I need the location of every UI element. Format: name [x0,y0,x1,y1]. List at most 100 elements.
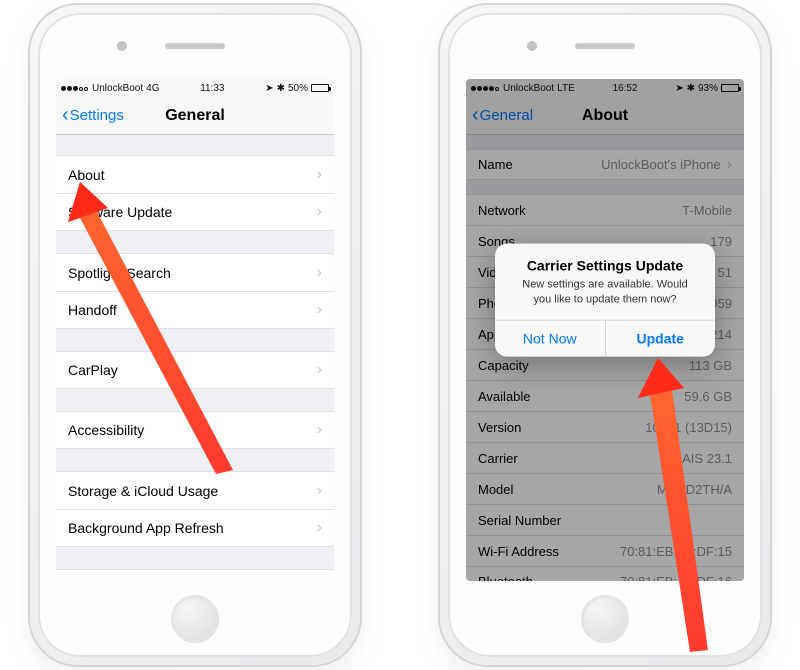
alert-title: Carrier Settings Update [509,258,701,274]
row-serial: Serial Number [466,504,744,535]
row-value: 179 [710,234,732,249]
row-value: AIS 23.1 [682,451,732,466]
location-icon: ➤ [675,83,683,94]
row-label: About [68,167,105,183]
row-value: 70:81:EB:A8:DF:16 [620,574,732,581]
row-label: Serial Number [478,513,561,528]
row-label: Storage & iCloud Usage [68,483,218,499]
clock-label: 11:33 [200,83,224,94]
row-accessibility[interactable]: Accessibility › [56,411,334,449]
row-label: Accessibility [68,422,144,438]
home-button[interactable] [581,595,629,643]
row-label: Bluetooth [478,574,533,581]
carrier-label: UnlockBoot [503,83,554,94]
chevron-right-icon: › [727,156,732,174]
row-wifi-address: Wi-Fi Address 70:81:EB:A8:DF:15 [466,535,744,566]
row-label: Name [478,157,513,172]
back-label: General [480,107,533,124]
signal-strength-icon [61,83,89,94]
row-model: Model MKUD2TH/A [466,473,744,504]
row-value: MKUD2TH/A [657,482,732,497]
row-label: Model [478,482,513,497]
bluetooth-icon: ✱ [687,83,695,94]
chevron-right-icon: › [317,166,322,184]
chevron-left-icon: ‹ [472,105,479,125]
row-value: On [293,581,310,582]
clock-label: 16:52 [612,83,637,94]
row-spotlight[interactable]: Spotlight Search › [56,253,334,291]
chevron-right-icon: › [317,421,322,439]
row-label: Background App Refresh [68,520,224,536]
battery-icon [721,84,739,92]
status-bar: UnlockBoot 4G 11:33 ➤ ✱ 50% [56,79,334,97]
back-button[interactable]: ‹ Settings [62,97,124,134]
home-button[interactable] [171,595,219,643]
screen-right: UnlockBoot LTE 16:52 ➤ ✱ 93% ‹ General A… [466,79,744,581]
row-about[interactable]: About › [56,155,334,193]
chevron-right-icon: › [317,361,322,379]
carrier-update-alert: Carrier Settings Update New settings are… [495,244,715,357]
not-now-button[interactable]: Not Now [495,320,606,356]
chevron-left-icon: ‹ [62,105,69,125]
chevron-right-icon: › [317,301,322,319]
chevron-right-icon: › [317,264,322,282]
nav-bar: ‹ General About [466,97,744,135]
chevron-right-icon: › [317,482,322,500]
row-version: Version 10.2.1 (13D15) [466,411,744,442]
row-label: Carrier [478,451,518,466]
update-button[interactable]: Update [606,320,716,356]
row-label: Wi-Fi Address [478,544,559,559]
carrier-label: UnlockBoot [92,83,143,94]
camera-dot [117,41,127,51]
chevron-right-icon: › [317,203,322,221]
row-value: 51 [718,265,732,280]
row-label: Network [478,203,526,218]
row-value: 10.2.1 (13D15) [645,420,732,435]
iphone-device-left: UnlockBoot 4G 11:33 ➤ ✱ 50% ‹ Settings G… [30,5,360,665]
row-software-update[interactable]: Software Update › [56,193,334,231]
screen-left: UnlockBoot 4G 11:33 ➤ ✱ 50% ‹ Settings G… [56,79,334,581]
row-name[interactable]: Name UnlockBoot's iPhone › [466,149,744,180]
row-carplay[interactable]: CarPlay › [56,351,334,389]
row-value: UnlockBoot's iPhone [601,157,721,172]
row-handoff[interactable]: Handoff › [56,291,334,329]
battery-icon [311,84,329,92]
signal-strength-icon [471,83,500,94]
page-title: General [165,107,225,125]
row-available: Available 59.6 GB [466,380,744,411]
row-network: Network T-Mobile [466,194,744,225]
row-label: Handoff [68,302,117,318]
earpiece-speaker [575,43,635,49]
row-label: Restrictions [68,580,141,581]
network-type-label: 4G [146,83,159,94]
row-background-refresh[interactable]: Background App Refresh › [56,509,334,547]
row-restrictions[interactable]: Restrictions On › [56,569,334,581]
battery-percent-label: 93% [698,83,718,94]
status-bar: UnlockBoot LTE 16:52 ➤ ✱ 93% [466,79,744,97]
row-storage[interactable]: Storage & iCloud Usage › [56,471,334,509]
back-label: Settings [70,107,124,124]
row-value: 113 GB [689,358,732,373]
nav-bar: ‹ Settings General [56,97,334,135]
row-value: 59.6 GB [684,389,732,404]
row-label: Version [478,420,521,435]
camera-dot [527,41,537,51]
back-button[interactable]: ‹ General [472,97,533,134]
bluetooth-icon: ✱ [277,83,285,94]
row-value: T-Mobile [682,203,732,218]
alert-message: New settings are available. Would you li… [513,278,697,308]
row-carrier: Carrier AIS 23.1 [466,442,744,473]
row-label: Available [478,389,531,404]
row-value: 70:81:EB:A8:DF:15 [620,544,732,559]
location-icon: ➤ [265,83,273,94]
row-label: CarPlay [68,362,118,378]
chevron-right-icon: › [317,519,322,537]
row-label: Spotlight Search [68,265,171,281]
row-label: Software Update [68,204,172,220]
earpiece-speaker [165,43,225,49]
chevron-right-icon: › [317,579,322,581]
row-label: Capacity [478,358,529,373]
row-bluetooth-address: Bluetooth 70:81:EB:A8:DF:16 [466,566,744,581]
page-title: About [582,107,628,125]
iphone-device-right: UnlockBoot LTE 16:52 ➤ ✱ 93% ‹ General A… [440,5,770,665]
